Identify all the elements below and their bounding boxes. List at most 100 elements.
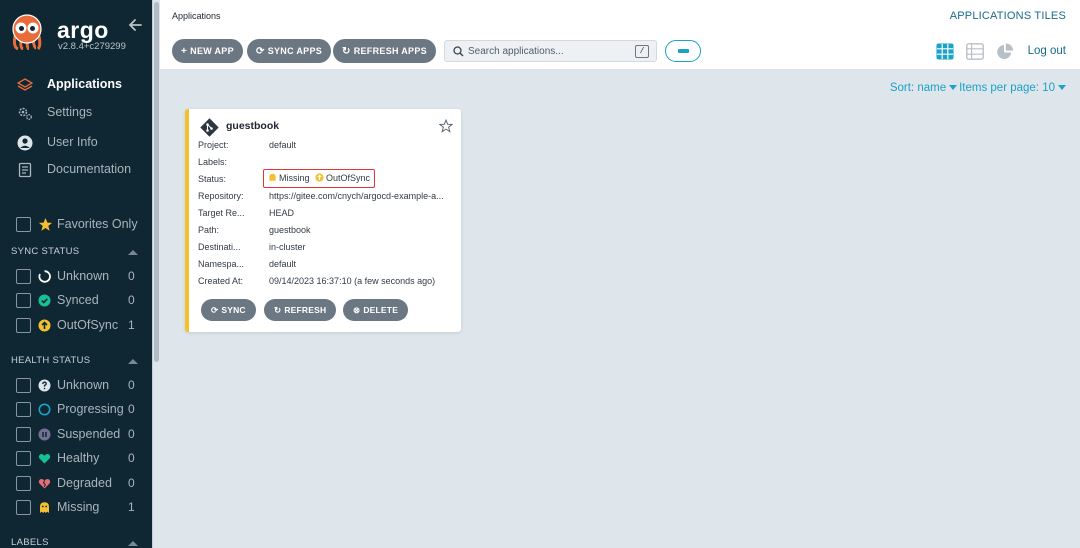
health-status-header[interactable]: HEALTH STATUS: [0, 352, 152, 370]
field-value: 09/14/2023 16:37:10 (a few seconds ago): [269, 276, 436, 286]
filter-checkbox[interactable]: [16, 476, 31, 491]
arrow-up-circle-icon: [315, 173, 324, 182]
section-title: LABELS: [11, 537, 49, 548]
sort-label: Sort: name: [889, 82, 947, 94]
breadcrumb[interactable]: Applications: [172, 11, 221, 21]
filter-count: 0: [128, 378, 135, 392]
filter-sync-synced[interactable]: Synced 0: [0, 290, 152, 312]
status-values: Missing OutOfSync: [268, 173, 370, 183]
filter-checkbox[interactable]: [16, 269, 31, 284]
close-circle-icon: ⊗: [353, 305, 361, 315]
filter-health-degraded[interactable]: Degraded 0: [0, 473, 152, 495]
card-row-target-revision: Target Re... HEAD: [198, 208, 458, 222]
favorites-checkbox[interactable]: [16, 217, 31, 232]
tiles-view-icon[interactable]: [936, 43, 954, 60]
sort-dropdown[interactable]: Sort: name: [890, 82, 959, 94]
filter-checkbox[interactable]: [16, 451, 31, 466]
filter-count: 0: [128, 476, 135, 490]
list-view-icon[interactable]: [966, 43, 984, 60]
labels-header[interactable]: LABELS: [0, 534, 152, 548]
filter-checkbox[interactable]: [16, 378, 31, 393]
filter-health-suspended[interactable]: Suspended 0: [0, 424, 152, 446]
filter-checkbox[interactable]: [16, 318, 31, 333]
section-title: HEALTH STATUS: [11, 355, 91, 366]
filter-checkbox[interactable]: [16, 500, 31, 515]
filter-health-missing[interactable]: Missing 1: [0, 497, 152, 519]
sync-status-header[interactable]: SYNC STATUS: [0, 243, 152, 261]
filter-count: 0: [128, 427, 135, 441]
book-icon: [18, 162, 32, 178]
app-title[interactable]: guestbook: [226, 120, 279, 132]
favorites-label: Favorites Only: [57, 217, 138, 231]
filter-sync-outofsync[interactable]: OutOfSync 1: [0, 315, 152, 337]
scrollbar-thumb[interactable]: [154, 2, 159, 362]
field-value: guestbook: [269, 225, 311, 235]
nav-item-applications[interactable]: Applications: [0, 71, 152, 99]
filter-health-progressing[interactable]: Progressing 0: [0, 399, 152, 421]
field-key: Namespa...: [198, 259, 245, 269]
heart-icon: [38, 453, 51, 464]
filter-checkbox[interactable]: [16, 402, 31, 417]
filter-label: Unknown: [57, 378, 110, 392]
caret-up-icon[interactable]: [128, 359, 138, 364]
caret-up-icon[interactable]: [128, 541, 138, 546]
plus-icon: +: [181, 46, 188, 57]
filter-label: Missing: [57, 500, 100, 514]
search-input[interactable]: [468, 43, 628, 59]
field-key: Target Re...: [198, 208, 245, 218]
filter-health-unknown[interactable]: Unknown 0: [0, 375, 152, 397]
app-delete-button[interactable]: ⊗ DELETE: [343, 299, 409, 321]
app-refresh-button[interactable]: ↻ REFRESH: [264, 299, 337, 321]
top-bar: Applications APPLICATIONS TILES + NEW APP…: [160, 0, 1080, 70]
search-box[interactable]: /: [444, 40, 657, 62]
app-sync-button[interactable]: ⟳ SYNC: [201, 299, 256, 321]
field-key: Labels:: [198, 157, 228, 167]
field-key: Repository:: [198, 191, 244, 201]
button-label: DELETE: [363, 305, 399, 315]
user-circle-icon: [17, 135, 33, 151]
sync-icon: ⟳: [211, 305, 219, 315]
sort-controls: Sort: name Items per page: 10: [890, 82, 1068, 94]
card-row-namespace: Namespa... default: [198, 259, 458, 273]
filter-health-healthy[interactable]: Healthy 0: [0, 448, 152, 470]
field-key: Status:: [198, 174, 227, 184]
page-title: APPLICATIONS TILES: [949, 10, 1066, 22]
filter-sync-unknown[interactable]: Unknown 0: [0, 266, 152, 288]
ghost-icon: [269, 173, 276, 182]
filter-count: 1: [128, 500, 135, 514]
nav-item-settings[interactable]: Settings: [0, 99, 152, 127]
nav-item-documentation[interactable]: Documentation: [0, 156, 152, 184]
refresh-icon: ↻: [342, 46, 351, 57]
app-version: v2.8.4+c279299: [58, 41, 126, 52]
button-label: REFRESH: [284, 305, 327, 315]
refresh-apps-button[interactable]: ↻ REFRESH APPS: [333, 39, 436, 63]
pie-chart-view-icon[interactable]: [996, 43, 1014, 60]
field-value: default: [269, 259, 297, 269]
filter-checkbox[interactable]: [16, 293, 31, 308]
arrow-left-icon[interactable]: [126, 16, 144, 34]
status-highlight: Missing OutOfSync: [263, 169, 375, 188]
caret-down-icon: [1058, 84, 1066, 90]
nav-label: Applications: [47, 77, 123, 91]
button-label: NEW APP: [190, 46, 234, 56]
field-value: https://gitee.com/cnych/argocd-example-a…: [269, 191, 444, 201]
items-per-page-dropdown[interactable]: Items per page: 10: [959, 82, 1068, 94]
caret-up-icon[interactable]: [128, 250, 138, 255]
card-row-destination: Destinati... in-cluster: [198, 242, 458, 256]
new-app-button[interactable]: + NEW APP: [172, 39, 243, 63]
logo[interactable]: argo v2.8.4+c279299: [10, 14, 145, 54]
sidebar-scrollbar[interactable]: [153, 0, 160, 548]
favorites-filter[interactable]: Favorites Only: [0, 214, 152, 236]
app-name: argo: [57, 17, 109, 43]
filter-count: 1: [128, 318, 135, 332]
filters-toggle-button[interactable]: [665, 40, 701, 62]
logout-link[interactable]: Log out: [1028, 45, 1066, 57]
filter-label: Unknown: [57, 269, 110, 283]
application-card[interactable]: guestbook Project: default Labels: Statu…: [185, 109, 461, 332]
question-circle-icon: [38, 379, 51, 392]
nav-item-user-info[interactable]: User Info: [0, 129, 152, 157]
git-diamond-icon: [200, 118, 219, 137]
sync-apps-button[interactable]: ⟳ SYNC APPS: [247, 39, 332, 63]
favorite-star-icon[interactable]: [439, 119, 453, 133]
filter-checkbox[interactable]: [16, 427, 31, 442]
